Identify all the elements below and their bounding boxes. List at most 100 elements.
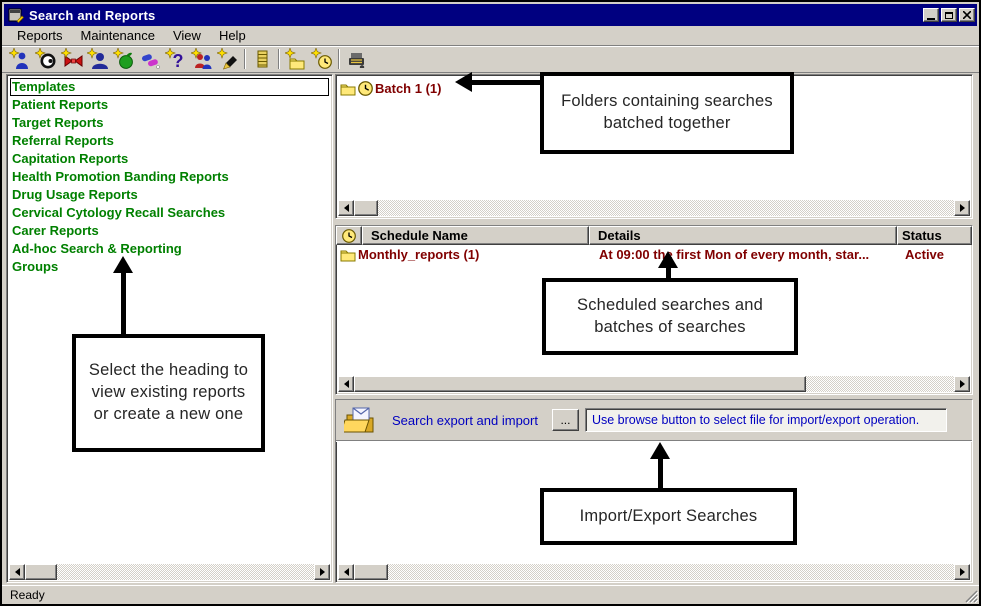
annotation-arrow-up-icon: [650, 442, 670, 459]
scroll-right-button[interactable]: [954, 200, 970, 216]
marker-icon[interactable]: [215, 46, 241, 72]
menu-reports[interactable]: Reports: [8, 27, 72, 44]
close-icon: [963, 11, 971, 19]
schedule-clock-icon: [358, 81, 373, 96]
list-item-carer-reports[interactable]: Carer Reports: [10, 222, 329, 240]
menu-maintenance[interactable]: Maintenance: [72, 27, 164, 44]
horizontal-scrollbar[interactable]: [338, 564, 970, 580]
list-item-target-reports[interactable]: Target Reports: [10, 114, 329, 132]
svg-text:?: ?: [173, 51, 184, 70]
scroll-left-button[interactable]: [9, 564, 25, 580]
apple-icon[interactable]: [111, 46, 137, 72]
new-folder-icon[interactable]: [283, 46, 309, 72]
ledger-icon[interactable]: [249, 46, 275, 72]
scrollbar-track[interactable]: [25, 564, 314, 580]
list-item-drug-usage[interactable]: Drug Usage Reports: [10, 186, 329, 204]
resize-grip[interactable]: [964, 589, 978, 603]
app-icon: [8, 7, 24, 23]
eye-search-icon[interactable]: [33, 46, 59, 72]
app-window: Search and Reports Reports Maintenance V…: [0, 0, 981, 606]
scroll-right-button[interactable]: [314, 564, 330, 580]
list-item-groups[interactable]: Groups: [10, 258, 329, 276]
schedule-name-cell: Monthly_reports (1): [358, 247, 479, 262]
annotation-left-panel: Select the heading to view existing repo…: [72, 334, 265, 452]
export-label: Search export and import: [392, 413, 538, 428]
title-bar[interactable]: Search and Reports: [4, 4, 977, 26]
link-search-icon[interactable]: [59, 46, 85, 72]
close-button[interactable]: [959, 8, 975, 22]
scrollbar-thumb[interactable]: [25, 564, 57, 580]
arrow-left-icon: [344, 204, 349, 212]
new-schedule-icon[interactable]: [309, 46, 335, 72]
person-bust-icon[interactable]: [85, 46, 111, 72]
window-title: Search and Reports: [29, 8, 923, 23]
export-hint-field: Use browse button to select file for imp…: [585, 408, 947, 432]
annotation-batch-panel: Folders containing searches batched toge…: [540, 72, 794, 154]
annotation-arrow-left-icon: [455, 72, 472, 92]
main-area: Templates Patient Reports Target Reports…: [2, 73, 979, 585]
folder-icon: [340, 81, 356, 96]
horizontal-scrollbar[interactable]: [338, 376, 970, 392]
print-icon[interactable]: [343, 46, 369, 72]
list-item-health-promotion[interactable]: Health Promotion Banding Reports: [10, 168, 329, 186]
scrollbar-thumb[interactable]: [354, 376, 806, 392]
report-category-list: Templates Patient Reports Target Reports…: [6, 74, 333, 583]
export-folder-icon: [344, 405, 378, 435]
scroll-left-button[interactable]: [338, 376, 354, 392]
menu-help[interactable]: Help: [210, 27, 255, 44]
scrollbar-track[interactable]: [354, 564, 954, 580]
scrollbar-thumb[interactable]: [354, 564, 388, 580]
list-item-capitation-reports[interactable]: Capitation Reports: [10, 150, 329, 168]
arrow-left-icon: [344, 568, 349, 576]
status-bar: Ready: [2, 585, 979, 604]
arrow-right-icon: [960, 568, 965, 576]
list-item-referral-reports[interactable]: Referral Reports: [10, 132, 329, 150]
folder-icon: [340, 247, 356, 262]
minimize-button[interactable]: [923, 8, 939, 22]
arrow-right-icon: [960, 380, 965, 388]
arrow-left-icon: [344, 380, 349, 388]
schedule-table-row[interactable]: Monthly_reports (1) At 09:00 the first M…: [336, 245, 972, 264]
patient-search-icon[interactable]: [7, 46, 33, 72]
scroll-left-button[interactable]: [338, 200, 354, 216]
clock-icon: [342, 229, 356, 243]
annotation-arrow-line: [121, 272, 126, 334]
maximize-icon: [945, 12, 953, 19]
scrollbar-track[interactable]: [354, 376, 954, 392]
column-header-details[interactable]: Details: [589, 226, 897, 245]
annotation-export-panel: Import/Export Searches: [540, 488, 797, 545]
query-icon[interactable]: ?: [163, 46, 189, 72]
browse-button[interactable]: ...: [552, 409, 579, 431]
list-item-cervical-cytology[interactable]: Cervical Cytology Recall Searches: [10, 204, 329, 222]
medication-icon[interactable]: [137, 46, 163, 72]
column-header-schedule-name[interactable]: Schedule Name: [362, 226, 589, 245]
maximize-button[interactable]: [941, 8, 957, 22]
scrollbar-track[interactable]: [354, 200, 954, 216]
people-search-icon[interactable]: [189, 46, 215, 72]
annotation-schedule-panel: Scheduled searches and batches of search…: [542, 278, 798, 355]
scroll-right-button[interactable]: [954, 564, 970, 580]
toolbar-separator: [244, 49, 246, 69]
menu-view[interactable]: View: [164, 27, 210, 44]
list-item-patient-reports[interactable]: Patient Reports: [10, 96, 329, 114]
list-item-adhoc-search[interactable]: Ad-hoc Search & Reporting: [10, 240, 329, 258]
annotation-arrow-line: [658, 458, 663, 488]
scrollbar-thumb[interactable]: [354, 200, 378, 216]
annotation-arrow-up-icon: [658, 251, 678, 268]
arrow-right-icon: [960, 204, 965, 212]
horizontal-scrollbar[interactable]: [338, 200, 970, 216]
schedule-status-cell: Active: [897, 247, 972, 262]
batch-folder-label: Batch 1 (1): [375, 81, 441, 96]
horizontal-scrollbar[interactable]: [9, 564, 330, 580]
scroll-left-button[interactable]: [338, 564, 354, 580]
export-toolbar: Search export and import ... Use browse …: [336, 400, 972, 441]
schedule-details-cell: At 09:00 the first Mon of every month, s…: [589, 247, 897, 262]
schedule-table-header: Schedule Name Details Status: [336, 226, 972, 245]
list-item-templates[interactable]: Templates: [10, 78, 329, 96]
toolbar-separator: [278, 49, 280, 69]
toolbar: ?: [2, 45, 979, 73]
column-header-status[interactable]: Status: [897, 226, 972, 245]
arrow-right-icon: [320, 568, 325, 576]
column-header-icon[interactable]: [336, 226, 362, 245]
scroll-right-button[interactable]: [954, 376, 970, 392]
